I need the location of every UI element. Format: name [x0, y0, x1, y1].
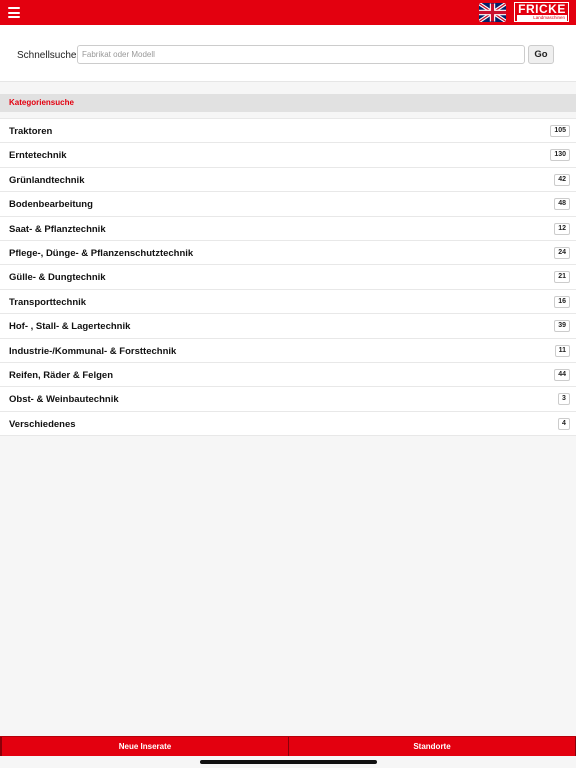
category-count-badge: 24	[554, 246, 570, 259]
category-section-title: Kategoriensuche	[9, 98, 74, 107]
category-item-obst-weinbautechnik[interactable]: Obst- & Weinbautechnik 3	[0, 387, 576, 412]
category-label: Grünlandtechnik	[9, 174, 85, 186]
category-count-badge: 21	[554, 271, 570, 284]
category-item-reifen-raeder-felgen[interactable]: Reifen, Räder & Felgen 44	[0, 363, 576, 388]
category-count-badge: 4	[558, 417, 570, 430]
category-count-badge: 130	[550, 149, 570, 162]
category-count-badge: 3	[558, 393, 570, 406]
category-item-hof-stall-lagertechnik[interactable]: Hof- , Stall- & Lagertechnik 39	[0, 314, 576, 339]
category-count-badge: 48	[554, 198, 570, 211]
category-label: Traktoren	[9, 126, 53, 137]
fricke-logo[interactable]: FRICKE Landmaschinen	[514, 2, 569, 22]
category-item-saat-pflanztechnik[interactable]: Saat- & Pflanztechnik 12	[0, 217, 576, 241]
new-listings-button[interactable]: Neue Inserate	[0, 737, 288, 756]
category-count-badge: 16	[554, 295, 570, 308]
category-item-bodenbearbeitung[interactable]: Bodenbearbeitung 48	[0, 192, 576, 217]
category-item-verschiedenes[interactable]: Verschiedenes 4	[0, 412, 576, 437]
go-button[interactable]: Go	[528, 45, 554, 64]
category-label: Obst- & Weinbautechnik	[9, 394, 119, 406]
category-count-badge: 44	[554, 368, 570, 381]
locations-button[interactable]: Standorte	[288, 737, 576, 756]
category-item-gruenlandtechnik[interactable]: Grünlandtechnik 42	[0, 168, 576, 193]
category-count-badge: 42	[554, 173, 570, 186]
category-label: Gülle- & Dungtechnik	[9, 272, 106, 284]
category-label: Hof- , Stall- & Lagertechnik	[9, 321, 131, 333]
category-label: Pflege-, Dünge- & Pflanzenschutztechnik	[9, 247, 194, 259]
uk-flag-icon[interactable]	[479, 3, 506, 22]
category-label: Bodenbearbeitung	[9, 199, 93, 211]
category-label: Erntetechnik	[9, 150, 67, 162]
category-count-badge: 39	[554, 320, 570, 333]
category-count-badge: 105	[550, 125, 570, 137]
bottom-navigation: Neue Inserate Standorte	[0, 736, 576, 756]
category-label: Reifen, Räder & Felgen	[9, 369, 113, 381]
category-label: Transporttechnik	[9, 296, 87, 308]
category-item-erntetechnik[interactable]: Erntetechnik 130	[0, 143, 576, 168]
category-item-pflege-duenge-pflanzenschutztechnik[interactable]: Pflege-, Dünge- & Pflanzenschutztechnik …	[0, 241, 576, 266]
category-count-badge: 11	[554, 344, 570, 357]
category-item-traktoren[interactable]: Traktoren 105	[0, 119, 576, 144]
category-label: Industrie-/Kommunal- & Forsttechnik	[9, 345, 177, 357]
logo-subtext: Landmaschinen	[517, 15, 567, 21]
search-label: Schnellsuche:	[17, 50, 80, 61]
top-bar: FRICKE Landmaschinen	[0, 0, 576, 25]
quick-search-panel: Schnellsuche: Go	[0, 25, 576, 82]
search-input[interactable]	[77, 45, 525, 64]
category-item-guelle-dungtechnik[interactable]: Gülle- & Dungtechnik 21	[0, 265, 576, 290]
category-label: Saat- & Pflanztechnik	[9, 223, 106, 235]
category-list: Traktoren 105 Erntetechnik 130 Grünlandt…	[0, 118, 576, 437]
home-indicator[interactable]	[200, 760, 377, 764]
hamburger-menu-icon[interactable]	[8, 7, 20, 18]
category-item-industrie-kommunal-forsttechnik[interactable]: Industrie-/Kommunal- & Forsttechnik 11	[0, 339, 576, 363]
category-label: Verschiedenes	[9, 418, 76, 430]
category-item-transporttechnik[interactable]: Transporttechnik 16	[0, 290, 576, 315]
category-count-badge: 12	[554, 222, 570, 235]
category-section-header: Kategoriensuche	[0, 94, 576, 112]
